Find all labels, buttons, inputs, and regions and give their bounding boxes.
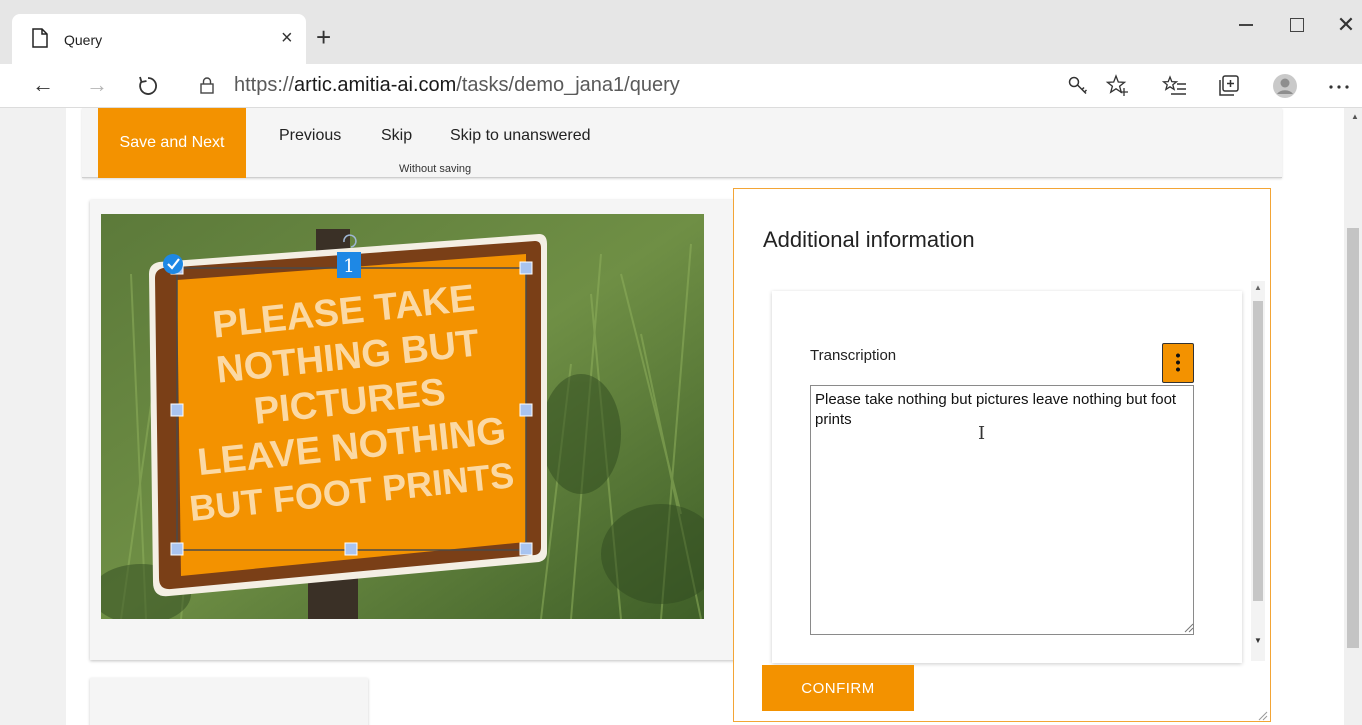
resize-handle[interactable] xyxy=(519,542,533,556)
confirm-button[interactable]: CONFIRM xyxy=(762,665,914,711)
check-icon[interactable] xyxy=(163,254,183,274)
address-bar: ← → https://artic.amitia-ai.com/tasks/de… xyxy=(0,64,1362,108)
scroll-up-icon[interactable]: ▲ xyxy=(1254,283,1262,292)
scroll-thumb[interactable] xyxy=(1253,301,1263,601)
resize-handle[interactable] xyxy=(519,403,533,417)
back-icon[interactable]: ← xyxy=(32,72,54,98)
url-field[interactable]: https://artic.amitia-ai.com/tasks/demo_j… xyxy=(234,74,680,97)
forward-icon[interactable]: → xyxy=(86,72,108,98)
image-card: PLEASE TAKE NOTHING BUT PICTURES LEAVE N… xyxy=(90,200,740,660)
box-number-label: 1 xyxy=(343,256,354,277)
window-close-button[interactable]: ✕ xyxy=(1326,10,1362,40)
previous-button[interactable]: Previous xyxy=(279,127,341,145)
panel-title: Additional information xyxy=(763,227,975,252)
lower-card xyxy=(90,678,368,725)
task-toolbar: Save and Next Previous Skip Skip to unan… xyxy=(82,108,1282,178)
page-scrollbar[interactable]: ▲ xyxy=(1344,108,1362,725)
refresh-icon[interactable] xyxy=(137,75,159,97)
more-icon[interactable] xyxy=(1326,73,1352,99)
resize-handle[interactable] xyxy=(519,261,533,275)
save-and-next-button[interactable]: Save and Next xyxy=(98,108,246,178)
window-minimize-button[interactable] xyxy=(1225,10,1265,40)
text-cursor-icon: I xyxy=(978,423,986,444)
resize-handle[interactable] xyxy=(170,403,184,417)
lock-icon[interactable] xyxy=(200,77,214,94)
new-tab-icon[interactable]: + xyxy=(316,24,331,50)
annotation-image[interactable]: PLEASE TAKE NOTHING BUT PICTURES LEAVE N… xyxy=(101,214,704,619)
favorites-list-icon[interactable] xyxy=(1162,73,1188,99)
url-path: /tasks/demo_jana1/query xyxy=(456,74,680,96)
transcription-label: Transcription xyxy=(810,347,897,364)
profile-avatar[interactable] xyxy=(1272,73,1298,99)
url-domain: artic.amitia-ai.com xyxy=(294,74,457,96)
panel-resize-grip-icon[interactable] xyxy=(1256,709,1268,721)
page-icon xyxy=(32,28,48,48)
transcription-input[interactable]: Please take nothing but pictures leave n… xyxy=(810,385,1194,635)
resize-handle[interactable] xyxy=(170,542,184,556)
skip-button[interactable]: Skip xyxy=(381,127,412,145)
page-scroll-up-icon[interactable]: ▲ xyxy=(1351,112,1359,121)
collections-icon[interactable] xyxy=(1216,73,1242,99)
page-scroll-thumb[interactable] xyxy=(1347,228,1359,648)
field-options-button[interactable] xyxy=(1162,343,1194,383)
transcription-card: Transcription Please take nothing but pi… xyxy=(772,291,1242,663)
skip-sublabel: Without saving xyxy=(399,163,472,175)
key-icon[interactable] xyxy=(1066,73,1092,99)
page-viewport: Save and Next Previous Skip Skip to unan… xyxy=(0,108,1362,725)
window-maximize-button[interactable] xyxy=(1276,10,1316,40)
vertical-dots-icon xyxy=(1176,352,1180,372)
browser-tab-bar: Query × + ✕ xyxy=(0,0,1362,64)
tab-title: Query xyxy=(64,32,103,48)
url-scheme: https:// xyxy=(234,74,295,96)
resize-handle[interactable] xyxy=(344,542,358,556)
browser-tab[interactable]: Query × xyxy=(12,14,306,64)
favorite-star-icon[interactable] xyxy=(1105,73,1131,99)
scroll-down-icon[interactable]: ▼ xyxy=(1254,636,1262,645)
resize-grip-icon[interactable] xyxy=(1182,621,1194,633)
skip-to-unanswered-button[interactable]: Skip to unanswered xyxy=(450,127,591,145)
panel-scrollbar[interactable]: ▲ ▼ xyxy=(1251,281,1265,661)
tab-close-icon[interactable]: × xyxy=(281,28,293,48)
additional-information-panel: Additional information Transcription Ple… xyxy=(733,188,1271,722)
